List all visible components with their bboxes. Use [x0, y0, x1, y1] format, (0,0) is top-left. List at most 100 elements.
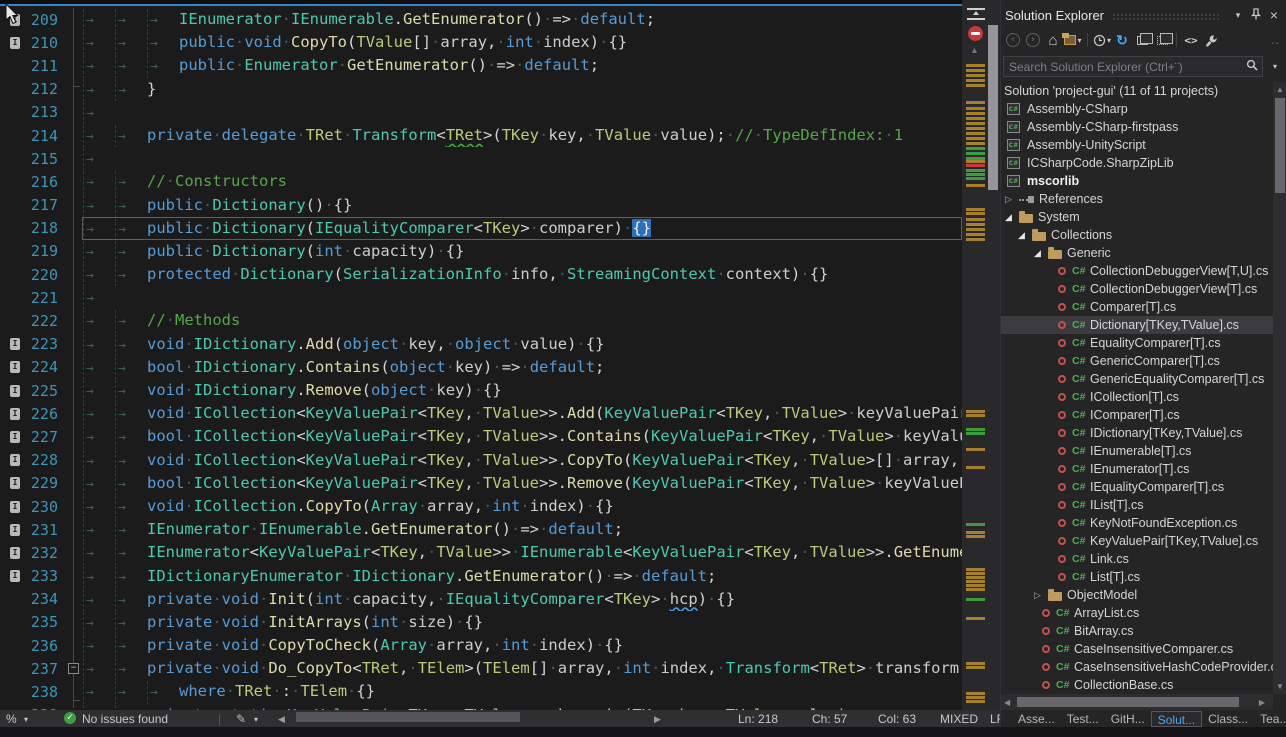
code-text[interactable]: →→public·Dictionary(int·capacity)·{} — [82, 240, 962, 263]
tree-item-ienumerable-t-cs[interactable]: C#IEnumerable[T].cs — [1001, 442, 1273, 460]
code-text[interactable]: →→IEnumerator·IEnumerable.GetEnumerator(… — [82, 518, 962, 541]
code-line-232[interactable]: I232→→IEnumerator<KeyValuePair<TKey,·TVa… — [0, 541, 962, 564]
tree-item-equalitycomparer-t-cs[interactable]: C#EqualityComparer[T].cs — [1001, 334, 1273, 352]
panel-tab-asse[interactable]: Asse... — [1012, 711, 1061, 727]
code-area[interactable]: I209→→→IEnumerator·IEnumerable.GetEnumer… — [0, 8, 962, 710]
tree-item-dictionary-tkey-tvalue-cs[interactable]: C#Dictionary[TKey,TValue].cs — [1001, 316, 1273, 334]
code-line-233[interactable]: I233→→IDictionaryEnumerator·IDictionary.… — [0, 565, 962, 588]
code-text[interactable]: →→bool·IDictionary.Contains(object·key)·… — [82, 356, 962, 379]
tree-item-caseinsensitivecomparer-cs[interactable]: C#CaseInsensitiveComparer.cs — [1001, 640, 1273, 658]
tree-item-list-t-cs[interactable]: C#List[T].cs — [1001, 568, 1273, 586]
search-icon[interactable] — [1246, 58, 1262, 76]
issues-status[interactable]: No issues found — [82, 712, 168, 726]
tree-item-collectiondebuggerview-t-cs[interactable]: C#CollectionDebuggerView[T].cs — [1001, 280, 1273, 298]
code-text[interactable]: →→→public·Enumerator·GetEnumerator()·=>·… — [82, 54, 962, 77]
tree-item-bitarray-cs[interactable]: C#BitArray.cs — [1001, 622, 1273, 640]
code-editor[interactable]: I209→→→IEnumerator·IEnumerable.GetEnumer… — [0, 0, 1000, 710]
tree-item-assembly-csharp[interactable]: C#Assembly-CSharp — [1001, 100, 1273, 118]
code-text[interactable]: →→void·IDictionary.Add(object·key,·objec… — [82, 333, 962, 356]
tree-item-comparer-t-cs[interactable]: C#Comparer[T].cs — [1001, 298, 1273, 316]
code-line-211[interactable]: 211→→→public·Enumerator·GetEnumerator()·… — [0, 54, 962, 77]
code-line-231[interactable]: I231→→IEnumerator·IEnumerable.GetEnumera… — [0, 518, 962, 541]
tree-item-assembly-unityscript[interactable]: C#Assembly-UnityScript — [1001, 136, 1273, 154]
close-icon[interactable]: × — [1265, 7, 1283, 23]
back-button[interactable]: ‹ — [1004, 30, 1022, 50]
refresh-button[interactable]: ↻ — [1113, 30, 1131, 50]
expand-arrow-icon[interactable]: ▷ — [1005, 190, 1012, 208]
tree-item-icollection-t-cs[interactable]: C#ICollection[T].cs — [1001, 388, 1273, 406]
brush-chevron-icon[interactable]: ▾ — [254, 715, 258, 724]
code-text[interactable]: →→void·ICollection<KeyValuePair<TKey,·TV… — [82, 402, 962, 425]
tree-item-ienumerator-t-cs[interactable]: C#IEnumerator[T].cs — [1001, 460, 1273, 478]
tree-horizontal-scrollbar[interactable]: ◀ ▶ — [1001, 694, 1273, 710]
code-line-212[interactable]: 212→→} — [0, 78, 962, 101]
code-line-209[interactable]: I209→→→IEnumerator·IEnumerable.GetEnumer… — [0, 8, 962, 31]
code-line-210[interactable]: I210→→→public·void·CopyTo(TValue[]·array… — [0, 31, 962, 54]
tree-item-generic[interactable]: ◢Generic — [1001, 244, 1273, 262]
code-line-223[interactable]: I223→→void·IDictionary.Add(object·key,·o… — [0, 333, 962, 356]
search-options-chevron-icon[interactable]: ▾ — [1265, 56, 1285, 77]
hscroll-right-icon[interactable]: ▶ — [654, 714, 661, 725]
code-line-213[interactable]: 213→ — [0, 101, 962, 124]
editor-scrollbar[interactable]: ▲ — [962, 0, 1000, 710]
scroll-left-icon[interactable]: ◀ — [1004, 698, 1010, 707]
fold-collapse-icon[interactable]: − — [68, 663, 79, 674]
tree-item-link-cs[interactable]: C#Link.cs — [1001, 550, 1273, 568]
code-text[interactable]: →→void·ICollection.CopyTo(Array·array,·i… — [82, 495, 962, 518]
code-line-228[interactable]: I228→→void·ICollection<KeyValuePair<TKey… — [0, 449, 962, 472]
code-line-226[interactable]: I226→→void·ICollection<KeyValuePair<TKey… — [0, 402, 962, 425]
preview-selected-items-button[interactable] — [1153, 30, 1171, 50]
code-text[interactable]: →→private·void·InitArrays(int·size)·{} — [82, 611, 962, 634]
hscroll-left-icon[interactable]: ◀ — [278, 714, 285, 725]
tree-item-objectmodel[interactable]: ▷ObjectModel — [1001, 586, 1273, 604]
code-line-237[interactable]: 237→→private·void·Do_CopyTo<TRet,·TElem>… — [0, 657, 962, 680]
tree-item-collectiondebuggerview-t-u-cs[interactable]: C#CollectionDebuggerView[T,U].cs — [1001, 262, 1273, 280]
tree-item-arraylist-cs[interactable]: C#ArrayList.cs — [1001, 604, 1273, 622]
home-button[interactable]: ⌂ — [1044, 30, 1062, 50]
code-text[interactable]: → — [82, 101, 962, 124]
zoom-chevron-icon[interactable]: ▾ — [24, 715, 28, 724]
toolbar-overflow-icon[interactable]: ‥ — [1266, 30, 1284, 50]
code-text[interactable]: →→protected·Dictionary(SerializationInfo… — [82, 263, 962, 286]
collapse-all-button[interactable] — [1133, 30, 1151, 50]
hscrollbar-thumb[interactable] — [296, 712, 520, 722]
line-indicator[interactable]: Ln: 218 — [738, 712, 778, 726]
scrollbar-thumb[interactable] — [1017, 697, 1239, 707]
code-text[interactable]: →→bool·ICollection<KeyValuePair<TKey,·TV… — [82, 472, 962, 495]
tree-item-keynotfoundexception-cs[interactable]: C#KeyNotFoundException.cs — [1001, 514, 1273, 532]
tree-item-caseinsensitivehashcodeprovider-cs[interactable]: C#CaseInsensitiveHashCodeProvider.cs — [1001, 658, 1273, 676]
properties-wrench-button[interactable] — [1202, 30, 1220, 50]
code-text[interactable]: →→IDictionaryEnumerator·IDictionary.GetE… — [82, 565, 962, 588]
tree-item-icomparer-t-cs[interactable]: C#IComparer[T].cs — [1001, 406, 1273, 424]
collapse-arrow-icon[interactable]: ◢ — [1018, 226, 1025, 244]
code-text[interactable]: → — [82, 286, 962, 309]
tree-vertical-scrollbar[interactable]: ▲ ▼ — [1273, 82, 1286, 694]
switch-views-button[interactable]: ▾ — [1064, 30, 1082, 50]
zoom-selector[interactable]: % — [6, 712, 17, 726]
code-text[interactable]: →→void·IDictionary.Remove(object·key)·{} — [82, 379, 962, 402]
splitter-handle-icon[interactable] — [967, 8, 985, 20]
column-indicator[interactable]: Col: 63 — [878, 712, 916, 726]
code-text[interactable]: →→//·Methods — [82, 309, 962, 332]
brush-icon[interactable]: ✎ — [236, 712, 246, 726]
tree-item-genericequalitycomparer-t-cs[interactable]: C#GenericEqualityComparer[T].cs — [1001, 370, 1273, 388]
code-line-220[interactable]: 220→→protected·Dictionary(SerializationI… — [0, 263, 962, 286]
scrollbar-thumb[interactable] — [1275, 98, 1285, 193]
scrollbar-thumb[interactable] — [988, 25, 998, 190]
code-line-229[interactable]: I229→→bool·ICollection<KeyValuePair<TKey… — [0, 472, 962, 495]
code-line-225[interactable]: I225→→void·IDictionary.Remove(object·key… — [0, 379, 962, 402]
code-text[interactable]: →→void·ICollection<KeyValuePair<TKey,·TV… — [82, 449, 962, 472]
code-text[interactable]: →→private·void·CopyToCheck(Array·array,·… — [82, 634, 962, 657]
code-line-238[interactable]: 238→→→where·TRet·:·TElem·{} — [0, 680, 962, 703]
panel-tab-gith[interactable]: GitH... — [1105, 711, 1151, 727]
code-text[interactable]: →→public·Dictionary()·{} — [82, 194, 962, 217]
tree-item-system[interactable]: ◢System — [1001, 208, 1273, 226]
panel-tab-test[interactable]: Test... — [1061, 711, 1105, 727]
tree-item-idictionary-tkey-tvalue-cs[interactable]: C#IDictionary[TKey,TValue].cs — [1001, 424, 1273, 442]
code-line-227[interactable]: I227→→bool·ICollection<KeyValuePair<TKey… — [0, 425, 962, 448]
code-line-224[interactable]: I224→→bool·IDictionary.Contains(object·k… — [0, 356, 962, 379]
code-line-230[interactable]: I230→→void·ICollection.CopyTo(Array·arra… — [0, 495, 962, 518]
panel-tab-class[interactable]: Class... — [1202, 711, 1254, 727]
code-text[interactable]: → — [82, 147, 962, 170]
code-text[interactable]: →→private·void·Do_CopyTo<TRet,·TElem>(TE… — [82, 657, 962, 680]
